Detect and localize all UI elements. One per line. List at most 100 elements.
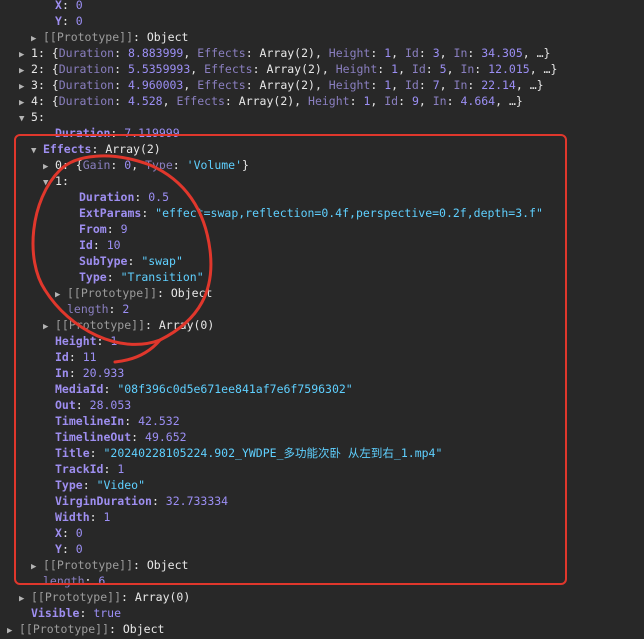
token-txt: , xyxy=(321,62,336,76)
token-num: 1 xyxy=(110,334,118,348)
console-line[interactable]: ▼ 1: xyxy=(43,173,69,189)
collapse-triangle-icon[interactable]: ▼ xyxy=(31,143,43,159)
token-txt: : xyxy=(68,350,83,364)
token-txt: , …} xyxy=(522,46,551,60)
token-txt: : xyxy=(134,190,149,204)
console-line[interactable]: ▶ [[Prototype]]: Object xyxy=(31,557,188,573)
console-line[interactable]: Id: 10 xyxy=(67,237,121,253)
token-txt: , …} xyxy=(529,62,558,76)
token-key: Out xyxy=(55,398,76,412)
token-obj: Array(0) xyxy=(134,590,191,604)
token-num: 22.14 xyxy=(481,78,516,92)
token-str: "Transition" xyxy=(120,270,204,284)
token-num: 4.528 xyxy=(127,94,163,108)
console-line[interactable]: VirginDuration: 32.733334 xyxy=(43,493,228,509)
token-key-dim: In xyxy=(453,46,468,60)
console-line[interactable]: Height: 1 xyxy=(43,333,117,349)
console-line[interactable]: Type: "Transition" xyxy=(67,269,204,285)
console-line[interactable]: Id: 11 xyxy=(43,349,97,365)
console-line[interactable]: ▶ 3: {Duration: 4.960003, Effects: Array(… xyxy=(19,77,544,93)
token-txt: : xyxy=(121,590,135,604)
console-line[interactable]: ▶ 1: {Duration: 8.883999, Effects: Array(… xyxy=(19,45,550,61)
console-line[interactable]: ▶ 4: {Duration: 4.528, Effects: Array(2),… xyxy=(19,93,523,109)
token-key-dim: Id xyxy=(405,46,419,60)
console-line[interactable]: From: 9 xyxy=(67,221,128,237)
console-line[interactable]: ▶ 0: {Gain: 0, Type: 'Volume'} xyxy=(43,157,249,173)
token-key: Duration xyxy=(79,190,135,204)
token-key: Type xyxy=(79,270,107,284)
token-key: VirginDuration xyxy=(55,494,152,508)
console-line[interactable]: MediaId: "08f396c0d5e671ee841af7e6f75963… xyxy=(43,381,353,397)
console-line[interactable]: length: 6 xyxy=(31,573,105,589)
token-key-dim: In xyxy=(432,94,447,108)
console-line[interactable]: TrackId: 1 xyxy=(43,461,124,477)
console-line[interactable]: Duration: 0.5 xyxy=(67,189,169,205)
token-key: Y xyxy=(55,542,62,556)
console-line[interactable]: ▼ 5: xyxy=(19,109,45,125)
token-txt: , xyxy=(439,46,454,60)
console-line[interactable]: Visible: true xyxy=(19,605,121,621)
token-num: 0 xyxy=(75,14,83,28)
token-idx: 0 xyxy=(55,158,62,172)
console-line[interactable]: ▼ Effects: Array(2) xyxy=(31,141,161,157)
console-line[interactable]: Y: 0 xyxy=(43,541,83,557)
token-str: "Video" xyxy=(96,478,146,492)
console-line[interactable]: Width: 1 xyxy=(43,509,110,525)
console-line[interactable]: Type: "Video" xyxy=(43,477,145,493)
token-key: TimelineIn xyxy=(55,414,125,428)
token-num: 1 xyxy=(103,510,111,524)
token-num: 11 xyxy=(82,350,97,364)
console-line[interactable]: ▶ [[Prototype]]: Object xyxy=(31,29,188,45)
expand-triangle-icon[interactable]: ▶ xyxy=(7,623,19,639)
token-txt: : xyxy=(84,574,99,588)
console-line[interactable]: length: 2 xyxy=(55,301,129,317)
token-num: 2 xyxy=(122,302,130,316)
token-key: TrackId xyxy=(55,462,104,476)
console-line[interactable]: In: 20.933 xyxy=(43,365,124,381)
console-line[interactable]: X: 0 xyxy=(43,0,83,13)
token-str: "20240228105224.902_YWDPE_多功能次卧 从左到右_1.m… xyxy=(103,446,443,460)
token-txt: : xyxy=(82,478,97,492)
token-txt: : xyxy=(103,382,118,396)
console-line[interactable]: SubType: "swap" xyxy=(67,253,183,269)
console-line[interactable]: ▶ [[Prototype]]: Object xyxy=(7,621,164,637)
console-line[interactable]: ▶ [[Prototype]]: Array(0) xyxy=(43,317,214,333)
token-obj: Object xyxy=(146,30,189,44)
token-txt: : xyxy=(446,94,461,108)
console-line[interactable]: Out: 28.053 xyxy=(43,397,131,413)
token-txt: : xyxy=(61,14,76,28)
token-txt: : xyxy=(114,62,128,76)
collapse-triangle-icon[interactable]: ▼ xyxy=(43,175,55,191)
console-line[interactable]: Title: "20240228105224.902_YWDPE_多功能次卧 从… xyxy=(43,445,442,461)
token-txt: : xyxy=(151,494,166,508)
token-num: 8.883999 xyxy=(127,46,184,60)
token-num: 9 xyxy=(120,222,128,236)
console-line[interactable]: X: 0 xyxy=(43,525,83,541)
console-line[interactable]: ▶ [[Prototype]]: Array(0) xyxy=(19,589,190,605)
console-line[interactable]: Duration: 7.119999 xyxy=(43,125,180,141)
token-num: 6 xyxy=(98,574,106,588)
token-num: 4.664 xyxy=(460,94,496,108)
token-txt: : xyxy=(103,462,118,476)
console-line[interactable]: ▶ [[Prototype]]: Object xyxy=(55,285,212,301)
token-num: 49.652 xyxy=(145,430,187,444)
token-txt: : xyxy=(133,558,147,572)
token-key: From xyxy=(79,222,107,236)
token-txt: , xyxy=(162,94,177,108)
token-num: 3 xyxy=(432,46,440,60)
token-str: "effect=swap,reflection=0.4f,perspective… xyxy=(155,206,543,220)
token-obj: Array(2) xyxy=(259,46,315,60)
console-line[interactable]: TimelineOut: 49.652 xyxy=(43,429,187,445)
console-line[interactable]: ExtParams: "effect=swap,reflection=0.4f,… xyxy=(67,205,543,221)
token-key-dim: Effects xyxy=(204,62,253,76)
token-key: In xyxy=(55,366,69,380)
console-line[interactable]: Y: 0 xyxy=(43,13,83,29)
token-txt: : xyxy=(418,78,433,92)
token-txt: : xyxy=(89,510,104,524)
token-key: Y xyxy=(55,14,62,28)
console-line[interactable]: TimelineIn: 42.532 xyxy=(43,413,180,429)
console-line[interactable]: ▶ 2: {Duration: 5.5359993, Effects: Array… xyxy=(19,61,557,77)
token-txt: : xyxy=(61,0,76,12)
token-proto: [[Prototype]] xyxy=(55,318,146,332)
collapse-triangle-icon[interactable]: ▼ xyxy=(19,111,31,127)
